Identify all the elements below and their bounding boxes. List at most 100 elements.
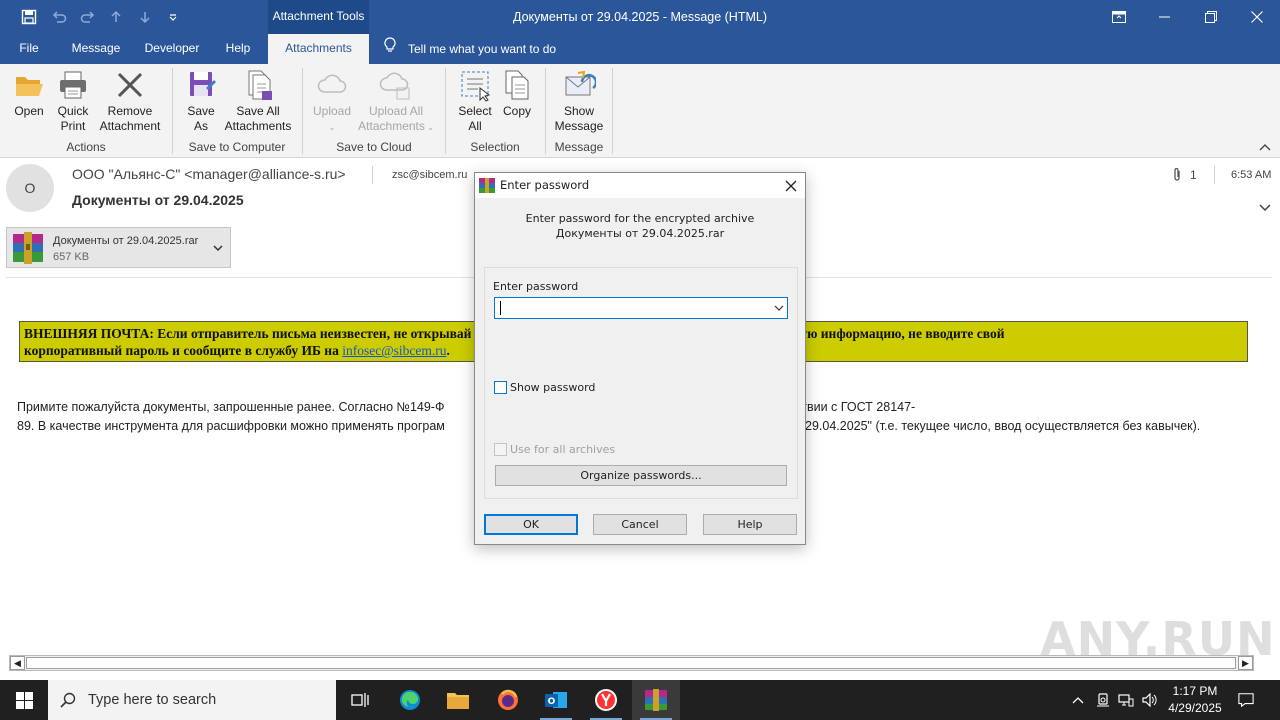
ribbon-display-options-icon[interactable] bbox=[1096, 0, 1142, 34]
group-separator bbox=[612, 68, 613, 154]
context-tab-title: Attachment Tools bbox=[268, 0, 369, 34]
help-button[interactable]: Help bbox=[703, 514, 797, 535]
search-placeholder: Type here to search bbox=[88, 692, 217, 708]
redo-icon[interactable] bbox=[77, 7, 99, 27]
body-text-line: 29.04.2025" (т.е. текущее число, ввод ос… bbox=[805, 419, 1201, 433]
yandex-browser-taskbar-button[interactable] bbox=[582, 680, 630, 720]
folder-open-icon bbox=[16, 77, 43, 96]
quick-print-button[interactable]: Quick Print bbox=[52, 68, 94, 134]
ok-button[interactable]: OK bbox=[484, 514, 578, 535]
scroll-right-button[interactable]: ▶ bbox=[1238, 656, 1253, 670]
tab-file[interactable]: File bbox=[8, 34, 50, 64]
svg-text:O: O bbox=[548, 697, 556, 707]
scroll-left-button[interactable]: ◀ bbox=[10, 656, 25, 670]
previous-item-icon[interactable] bbox=[105, 7, 127, 27]
edge-taskbar-button[interactable] bbox=[386, 680, 434, 720]
show-message-icon bbox=[565, 70, 596, 96]
dialog-close-button[interactable] bbox=[781, 176, 801, 196]
horizontal-scrollbar[interactable]: ◀ ▶ bbox=[9, 655, 1254, 671]
message-time: 6:53 AM bbox=[1231, 169, 1272, 181]
notifications-icon[interactable] bbox=[1238, 692, 1254, 708]
save-icon[interactable] bbox=[18, 7, 40, 27]
edge-icon bbox=[400, 690, 420, 710]
save-as-button[interactable]: Save As bbox=[180, 68, 222, 134]
password-group: Enter password Show password Use for all… bbox=[484, 267, 798, 499]
attachment-name: Документы от 29.04.2025.rar bbox=[53, 235, 199, 247]
firefox-icon bbox=[498, 689, 518, 710]
save-all-attachments-icon bbox=[248, 70, 272, 100]
upload-button[interactable]: Upload ⌄ bbox=[310, 68, 354, 135]
infosec-email-link[interactable]: infosec@sibcem.ru bbox=[342, 343, 446, 358]
taskbar-search[interactable]: Type here to search bbox=[48, 680, 336, 720]
chevron-down-icon[interactable] bbox=[1258, 200, 1272, 214]
show-message-button[interactable]: Show Message bbox=[552, 68, 606, 134]
window-title: Документы от 29.04.2025 - Message (HTML) bbox=[513, 10, 767, 24]
winrar-taskbar-button[interactable] bbox=[632, 680, 680, 720]
attachment-card[interactable]: Документы от 29.04.2025.rar 657 KB bbox=[6, 227, 231, 268]
remove-attachment-button[interactable]: Remove Attachment bbox=[96, 68, 164, 134]
folder-icon bbox=[447, 693, 469, 709]
copy-button[interactable]: Copy bbox=[498, 68, 536, 119]
tab-message[interactable]: Message bbox=[64, 34, 128, 64]
close-window-button[interactable] bbox=[1234, 0, 1280, 34]
device-icon[interactable] bbox=[1095, 692, 1111, 708]
yandex-browser-icon bbox=[595, 689, 617, 711]
recipient[interactable]: zsc@sibcem.ru bbox=[392, 169, 467, 181]
body-text-line: 89. В качестве инструмента для расшифров… bbox=[17, 419, 445, 433]
select-all-icon bbox=[461, 71, 491, 102]
organize-passwords-button[interactable]: Organize passwords... bbox=[495, 465, 787, 486]
show-password-checkbox[interactable]: Show password bbox=[494, 381, 595, 394]
tab-help[interactable]: Help bbox=[216, 34, 260, 64]
group-label-message: Message bbox=[554, 140, 604, 154]
cancel-button[interactable]: Cancel bbox=[593, 514, 687, 535]
next-item-icon[interactable] bbox=[134, 7, 156, 27]
attachment-count: 1 bbox=[1172, 167, 1197, 183]
volume-icon[interactable] bbox=[1142, 692, 1158, 708]
tab-attachments[interactable]: Attachments bbox=[268, 34, 369, 64]
remove-x-icon bbox=[117, 72, 143, 98]
save-all-attachments-button[interactable]: Save All Attachments bbox=[222, 68, 294, 134]
firefox-taskbar-button[interactable] bbox=[484, 680, 532, 720]
tell-me-search[interactable]: Tell me what you want to do bbox=[384, 34, 556, 64]
sender[interactable]: ООО "Альянс-С" <manager@alliance-s.ru> bbox=[72, 166, 346, 182]
group-label-save-to-cloud: Save to Cloud bbox=[336, 140, 412, 154]
undo-icon[interactable] bbox=[48, 7, 70, 27]
taskbar-clock[interactable]: 1:17 PM 4/29/2025 bbox=[1160, 683, 1230, 717]
cloud-upload-icon bbox=[317, 74, 347, 93]
chevron-down-icon[interactable] bbox=[774, 303, 784, 313]
start-button[interactable] bbox=[0, 680, 48, 720]
group-label-save-to-computer: Save to Computer bbox=[188, 140, 286, 154]
title-bar: Attachment Tools Документы от 29.04.2025… bbox=[0, 0, 1280, 34]
password-label: Enter password bbox=[493, 280, 579, 293]
outlook-taskbar-button[interactable]: O bbox=[532, 680, 580, 720]
network-icon[interactable] bbox=[1118, 692, 1134, 708]
select-all-button[interactable]: Select All bbox=[454, 68, 496, 134]
lightbulb-icon bbox=[384, 35, 396, 64]
group-separator bbox=[172, 68, 173, 154]
winrar-icon bbox=[645, 689, 667, 711]
restore-button[interactable] bbox=[1188, 0, 1234, 34]
clock-time: 1:17 PM bbox=[1172, 684, 1218, 698]
file-explorer-taskbar-button[interactable] bbox=[434, 680, 482, 720]
body-text-line: ствии с ГОСТ 28147- bbox=[795, 400, 916, 414]
tab-developer[interactable]: Developer bbox=[138, 34, 206, 64]
group-label-selection: Selection bbox=[470, 140, 520, 154]
winrar-icon bbox=[479, 178, 495, 193]
chevron-up-icon[interactable] bbox=[1070, 692, 1086, 708]
dialog-prompt: Enter password for the encrypted archive… bbox=[525, 212, 755, 240]
task-view-button[interactable] bbox=[336, 680, 384, 720]
customize-qat-icon[interactable] bbox=[162, 7, 184, 27]
scrollbar-thumb[interactable] bbox=[26, 657, 1236, 669]
cloud-upload-all-icon bbox=[379, 72, 410, 100]
checkbox-box bbox=[494, 381, 507, 394]
upload-all-attachments-button[interactable]: Upload All Attachments ⌄ bbox=[354, 68, 438, 135]
group-label-actions: Actions bbox=[66, 140, 106, 154]
attachment-size: 657 KB bbox=[53, 251, 90, 263]
divider bbox=[372, 166, 373, 184]
password-input[interactable] bbox=[494, 297, 788, 319]
chevron-down-icon[interactable] bbox=[212, 242, 224, 254]
minimize-button[interactable] bbox=[1142, 0, 1188, 34]
open-button[interactable]: Open bbox=[8, 68, 50, 119]
use-for-all-archives-checkbox[interactable]: Use for all archives bbox=[494, 443, 615, 456]
collapse-ribbon-icon[interactable] bbox=[1258, 140, 1272, 154]
